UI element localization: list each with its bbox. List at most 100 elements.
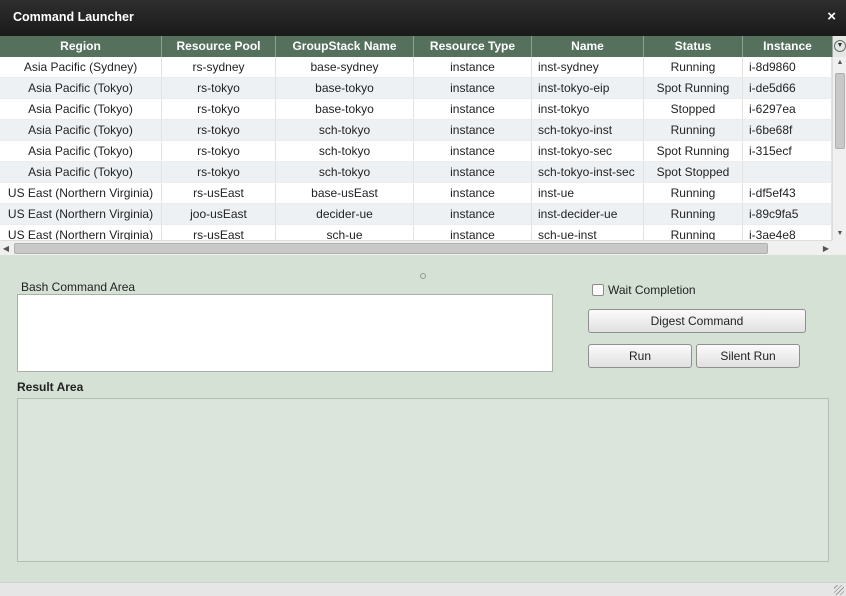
- table-cell: i-de5d66: [743, 78, 832, 98]
- table-cell: US East (Northern Virginia): [0, 204, 162, 224]
- table-cell: Running: [644, 204, 743, 224]
- table-cell: i-8d9860: [743, 57, 832, 77]
- table-cell: sch-tokyo-inst-sec: [532, 162, 644, 182]
- column-menu-icon: ▼: [834, 40, 846, 52]
- table-cell: rs-tokyo: [162, 99, 276, 119]
- scroll-down-icon[interactable]: ▼: [833, 228, 846, 240]
- silent-run-button[interactable]: Silent Run: [696, 344, 800, 368]
- status-bar: [0, 582, 846, 596]
- table-row[interactable]: US East (Northern Virginia) rs-usEast base…: [0, 183, 832, 204]
- table-cell: Asia Pacific (Tokyo): [0, 120, 162, 140]
- splitter-handle[interactable]: [420, 273, 426, 279]
- table-cell: base-sydney: [276, 57, 414, 77]
- column-header[interactable]: Instance: [743, 36, 832, 57]
- scroll-left-icon[interactable]: ◀: [0, 241, 12, 255]
- bash-command-input[interactable]: [17, 294, 553, 372]
- table-cell: US East (Northern Virginia): [0, 225, 162, 240]
- table-cell: Running: [644, 183, 743, 203]
- table-cell: instance: [414, 141, 532, 161]
- table-cell: i-89c9fa5: [743, 204, 832, 224]
- table-cell: rs-usEast: [162, 225, 276, 240]
- instance-table: Region Resource Pool GroupStack Name Resour…: [0, 36, 846, 255]
- horizontal-scrollbar[interactable]: ◀ ▶: [0, 240, 832, 255]
- table-cell: instance: [414, 162, 532, 182]
- table-cell: US East (Northern Virginia): [0, 183, 162, 203]
- table-row[interactable]: Asia Pacific (Sydney) rs-sydney base-sydne…: [0, 57, 832, 78]
- table-row[interactable]: Asia Pacific (Tokyo) rs-tokyo base-tokyo in…: [0, 99, 832, 120]
- table-cell: Asia Pacific (Tokyo): [0, 141, 162, 161]
- table-cell: sch-ue-inst: [532, 225, 644, 240]
- resize-grip-icon[interactable]: [834, 585, 844, 595]
- scroll-right-icon[interactable]: ▶: [820, 241, 832, 255]
- result-area[interactable]: [17, 398, 829, 562]
- table-row[interactable]: Asia Pacific (Tokyo) rs-tokyo sch-tokyo ins…: [0, 141, 832, 162]
- table-cell: inst-decider-ue: [532, 204, 644, 224]
- table-cell: base-tokyo: [276, 78, 414, 98]
- column-menu-button[interactable]: ▼: [832, 36, 846, 57]
- table-cell: inst-tokyo: [532, 99, 644, 119]
- table-cell: instance: [414, 204, 532, 224]
- table-cell: i-6be68f: [743, 120, 832, 140]
- column-header[interactable]: GroupStack Name: [276, 36, 414, 57]
- table-body: Asia Pacific (Sydney) rs-sydney base-sydne…: [0, 57, 832, 240]
- table-cell: joo-usEast: [162, 204, 276, 224]
- table-row[interactable]: US East (Northern Virginia) rs-usEast sch-…: [0, 225, 832, 240]
- table-row[interactable]: Asia Pacific (Tokyo) rs-tokyo base-tokyo in…: [0, 78, 832, 99]
- table-cell: inst-tokyo-eip: [532, 78, 644, 98]
- close-icon[interactable]: ×: [827, 8, 836, 25]
- table-cell: rs-sydney: [162, 57, 276, 77]
- column-header[interactable]: Resource Pool: [162, 36, 276, 57]
- table-cell: Running: [644, 120, 743, 140]
- table-cell: instance: [414, 78, 532, 98]
- table-row[interactable]: Asia Pacific (Tokyo) rs-tokyo sch-tokyo ins…: [0, 120, 832, 141]
- wait-completion-label: Wait Completion: [608, 283, 696, 297]
- table-cell: sch-tokyo: [276, 162, 414, 182]
- table-cell: [743, 162, 832, 182]
- table-cell: Spot Running: [644, 78, 743, 98]
- column-header[interactable]: Resource Type: [414, 36, 532, 57]
- table-cell: base-usEast: [276, 183, 414, 203]
- table-cell: rs-tokyo: [162, 78, 276, 98]
- table-cell: rs-tokyo: [162, 141, 276, 161]
- table-cell: instance: [414, 99, 532, 119]
- column-header[interactable]: Name: [532, 36, 644, 57]
- table-cell: sch-tokyo-inst: [532, 120, 644, 140]
- table-cell: inst-ue: [532, 183, 644, 203]
- table-cell: Asia Pacific (Tokyo): [0, 99, 162, 119]
- scroll-up-icon[interactable]: ▲: [833, 57, 846, 69]
- run-button[interactable]: Run: [588, 344, 692, 368]
- window-title: Command Launcher: [13, 10, 134, 24]
- table-row[interactable]: Asia Pacific (Tokyo) rs-tokyo sch-tokyo ins…: [0, 162, 832, 183]
- table-cell: instance: [414, 57, 532, 77]
- table-cell: i-6297ea: [743, 99, 832, 119]
- column-header[interactable]: Region: [0, 36, 162, 57]
- table-cell: Stopped: [644, 99, 743, 119]
- table-cell: Asia Pacific (Sydney): [0, 57, 162, 77]
- table-cell: base-tokyo: [276, 99, 414, 119]
- table-cell: sch-tokyo: [276, 120, 414, 140]
- vertical-scroll-thumb[interactable]: [835, 73, 845, 149]
- table-cell: sch-tokyo: [276, 141, 414, 161]
- table-cell: rs-usEast: [162, 183, 276, 203]
- table-cell: rs-tokyo: [162, 162, 276, 182]
- table-cell: decider-ue: [276, 204, 414, 224]
- digest-command-button[interactable]: Digest Command: [588, 309, 806, 333]
- table-cell: i-315ecf: [743, 141, 832, 161]
- table-cell: inst-tokyo-sec: [532, 141, 644, 161]
- table-cell: sch-ue: [276, 225, 414, 240]
- table-cell: instance: [414, 183, 532, 203]
- table-cell: instance: [414, 225, 532, 240]
- table-header: Region Resource Pool GroupStack Name Resour…: [0, 36, 832, 57]
- table-cell: rs-tokyo: [162, 120, 276, 140]
- column-header[interactable]: Status: [644, 36, 743, 57]
- vertical-scrollbar[interactable]: ▲ ▼: [832, 57, 846, 240]
- table-row[interactable]: US East (Northern Virginia) joo-usEast dec…: [0, 204, 832, 225]
- checkbox-icon[interactable]: [592, 284, 604, 296]
- scroll-corner: [832, 240, 846, 255]
- horizontal-scroll-thumb[interactable]: [14, 243, 768, 254]
- title-bar: Command Launcher ×: [0, 0, 846, 36]
- wait-completion-checkbox[interactable]: Wait Completion: [592, 283, 696, 297]
- table-cell: Asia Pacific (Tokyo): [0, 78, 162, 98]
- bash-command-label: Bash Command Area: [21, 280, 136, 294]
- result-area-label: Result Area: [17, 380, 84, 394]
